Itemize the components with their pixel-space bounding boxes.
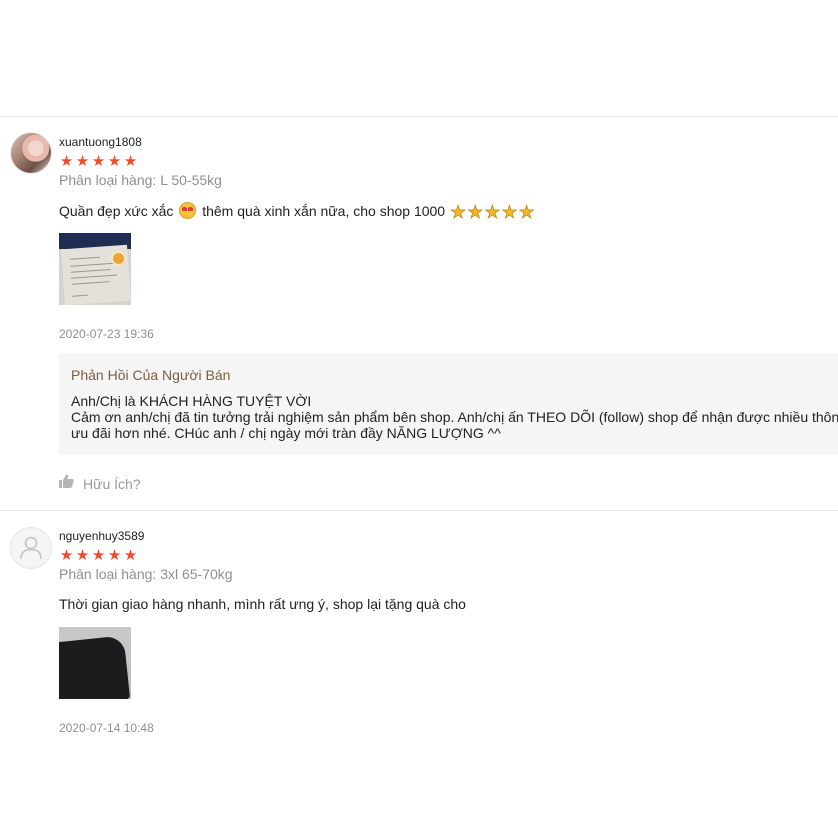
product-variant: Phân loại hàng: L 50-55kg [59, 172, 222, 188]
review-comment: Thời gian giao hàng nhanh, mình rất ưng … [59, 596, 466, 612]
rating-star-icon: ★ [75, 547, 90, 564]
review-divider [0, 510, 838, 511]
rating-stars: ★ ★ ★ ★ ★ [59, 547, 138, 564]
rating-star-icon: ★ [123, 153, 138, 170]
seller-reply-line: ưu đãi hơn nhé. CHúc anh / chị ngày mới … [71, 425, 501, 441]
gold-star-emoji-icon: ★ [501, 202, 518, 223]
review-image-thumbnail[interactable] [59, 627, 131, 699]
product-variant: Phân loại hàng: 3xl 65-70kg [59, 566, 233, 582]
review-comment-text: Quần đẹp xức xắc [59, 203, 174, 219]
rating-star-icon: ★ [91, 153, 106, 170]
rating-star-icon: ★ [107, 153, 122, 170]
rating-star-icon: ★ [107, 547, 122, 564]
seller-reply-line: Cảm ơn anh/chị đã tin tưởng trải nghiệm … [71, 409, 838, 425]
helpful-button[interactable]: Hữu Ích? [59, 474, 141, 493]
user-avatar[interactable] [10, 527, 52, 569]
review-timestamp: 2020-07-23 19:36 [59, 327, 154, 341]
review-username[interactable]: nguyenhuy3589 [59, 529, 144, 543]
gold-star-emoji-icon: ★ [449, 202, 467, 223]
heart-eyes-emoji-icon [179, 202, 197, 219]
helpful-label: Hữu Ích? [83, 475, 141, 492]
rating-star-icon: ★ [75, 153, 90, 170]
review-image-thumbnail[interactable] [59, 233, 131, 305]
gold-star-emoji-icon: ★ [467, 202, 484, 223]
gold-star-emoji-icon: ★ [484, 202, 501, 223]
thumbs-up-icon [59, 474, 74, 493]
review-comment: Quần đẹp xức xắc thêm quà xinh xắn nữa, … [59, 202, 535, 223]
review-divider [0, 116, 838, 117]
rating-star-icon: ★ [59, 153, 74, 170]
review-timestamp: 2020-07-14 10:48 [59, 721, 154, 735]
review-username[interactable]: xuantuong1808 [59, 135, 142, 149]
rating-star-icon: ★ [59, 547, 74, 564]
seller-reply: Phản Hồi Của Người Bán Anh/Chị là KHÁCH … [59, 353, 838, 455]
seller-reply-line: Anh/Chị là KHÁCH HÀNG TUYỆT VỜI [71, 393, 312, 409]
user-avatar[interactable] [10, 132, 52, 174]
rating-star-icon: ★ [91, 547, 106, 564]
gold-star-emoji-icon: ★ [518, 202, 535, 223]
seller-reply-body: Anh/Chị là KHÁCH HÀNG TUYỆT VỜI Cảm ơn a… [71, 393, 838, 441]
seller-reply-title: Phản Hồi Của Người Bán [71, 367, 231, 383]
rating-stars: ★ ★ ★ ★ ★ [59, 153, 138, 170]
flower-decoration [111, 251, 126, 266]
rating-star-icon: ★ [123, 547, 138, 564]
review-comment-text: thêm quà xinh xắn nữa, cho shop 1000 [202, 203, 446, 219]
product-photo [59, 635, 131, 699]
